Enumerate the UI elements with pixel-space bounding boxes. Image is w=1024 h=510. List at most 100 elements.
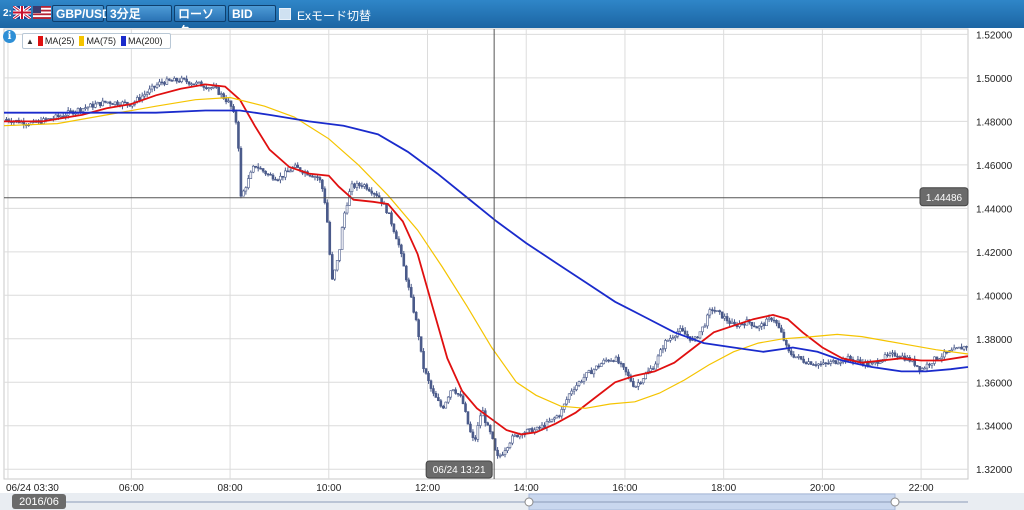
legend-item-ma75[interactable]: MA(75): [79, 36, 116, 46]
y-tick-label: 1.50000: [976, 74, 1013, 85]
candle-body: [103, 100, 107, 103]
candle-body: [281, 175, 285, 178]
candle-body: [893, 352, 897, 357]
candle-body: [247, 178, 250, 189]
crosshair-price-label: 1.44486: [926, 193, 963, 204]
candle-body: [279, 175, 282, 181]
candle-body: [945, 351, 949, 354]
candle-body: [883, 354, 887, 360]
candle-body: [177, 80, 181, 83]
y-tick-label: 1.46000: [976, 161, 1013, 172]
candle-body: [804, 362, 808, 365]
candle-body: [437, 397, 440, 401]
candle-body: [609, 360, 613, 362]
candle-body: [580, 381, 583, 383]
candle-body: [955, 347, 958, 350]
candle-body: [239, 147, 243, 197]
candle-body: [950, 349, 954, 352]
candle-body: [170, 80, 174, 82]
candle-body: [5, 118, 8, 121]
candle-body: [350, 183, 354, 192]
y-tick-label: 1.40000: [976, 291, 1013, 302]
candle-body: [597, 365, 601, 368]
candle-body: [757, 325, 761, 329]
candle-body: [498, 455, 502, 457]
candle-body: [476, 425, 480, 440]
candle-body: [943, 351, 946, 358]
candle-body: [293, 164, 297, 168]
x-tick-label: 06:00: [119, 483, 144, 494]
ma75-label: MA(75): [86, 36, 116, 46]
x-tick-label: 20:00: [810, 483, 835, 494]
candle-body: [780, 327, 783, 333]
candle-body: [254, 165, 258, 168]
candle-body: [525, 429, 529, 433]
info-icon[interactable]: i: [3, 30, 16, 43]
legend-item-ma200[interactable]: MA(200): [120, 36, 162, 46]
candle-body: [138, 97, 142, 101]
candle-body: [491, 431, 494, 439]
candle-body: [375, 193, 378, 196]
candle-body: [76, 108, 80, 113]
candle-body: [550, 418, 554, 422]
candle-body: [752, 325, 756, 328]
candle-body: [111, 103, 114, 105]
candle-body: [98, 102, 102, 107]
candle-body: [535, 426, 539, 431]
candle-body: [229, 100, 233, 107]
candle-body: [540, 424, 544, 429]
indicator-legend: ▲ MA(25) MA(75) MA(200): [22, 33, 172, 49]
candle-body: [86, 106, 90, 109]
candle-body: [422, 351, 425, 370]
candle-body: [160, 81, 164, 84]
candle-body: [261, 168, 265, 172]
legend-item-ma25[interactable]: MA(25): [37, 36, 74, 46]
candle-body: [439, 400, 443, 407]
candle-body: [775, 319, 778, 324]
candle-body: [666, 340, 670, 342]
candle-body: [651, 368, 655, 370]
candle-body: [777, 322, 781, 329]
candle-body: [553, 417, 556, 420]
candle-body: [259, 167, 262, 170]
candle-body: [150, 85, 154, 90]
candle-body: [424, 368, 428, 374]
candle-body: [849, 355, 852, 360]
candle-body: [79, 108, 82, 112]
candle-body: [429, 380, 433, 389]
candle-body: [94, 103, 97, 108]
candle-body: [555, 415, 559, 419]
candle-body: [54, 114, 58, 119]
candle-body: [938, 358, 941, 361]
candle-body: [940, 356, 944, 360]
candle-body: [91, 103, 95, 108]
candle-body: [501, 454, 504, 456]
candle-body: [256, 166, 260, 169]
candle-body: [812, 364, 815, 366]
candle-body: [659, 349, 662, 357]
candle-body: [442, 405, 445, 409]
candle-body: [570, 390, 573, 395]
candle-body: [715, 310, 719, 312]
candle-body: [321, 179, 324, 190]
candle-body: [572, 389, 576, 392]
candle-body: [506, 447, 509, 451]
candle-body: [187, 81, 191, 85]
price-chart[interactable]: 2016/06 1.44486 06/24 13:21 1.52000 1.5000…: [0, 0, 1024, 510]
candle-body: [839, 361, 842, 364]
candle-body: [671, 337, 675, 339]
candle-body: [960, 346, 963, 350]
ma25-swatch: [37, 36, 43, 46]
candle-body: [370, 190, 374, 194]
candle-body: [698, 331, 702, 339]
candle-body: [358, 183, 361, 186]
legend-collapse-icon[interactable]: ▲: [26, 37, 34, 46]
candle-body: [622, 363, 625, 368]
candle-body: [733, 321, 736, 325]
candle-body: [284, 170, 287, 178]
candle-body: [661, 348, 665, 351]
candle-body: [827, 362, 830, 365]
candle-body: [224, 98, 228, 103]
candle-body: [728, 320, 731, 324]
candle-body: [385, 203, 388, 214]
